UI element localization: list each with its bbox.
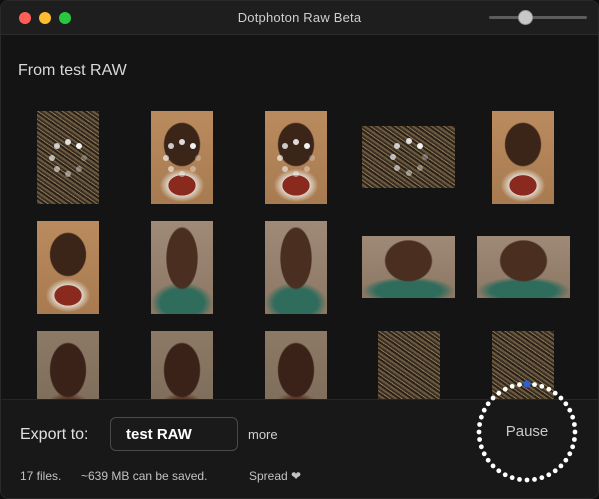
section-title: From test RAW bbox=[18, 62, 127, 79]
progress-dot bbox=[478, 444, 484, 450]
saved-size: ~639 MB can be saved. bbox=[81, 469, 208, 483]
progress-dot bbox=[517, 477, 522, 482]
photo-thumbnail[interactable] bbox=[265, 111, 327, 204]
progress-dot bbox=[558, 395, 564, 401]
progress-dot bbox=[509, 383, 515, 389]
progress-dot bbox=[552, 390, 558, 396]
progress-dot bbox=[532, 382, 537, 387]
progress-dot bbox=[539, 475, 545, 481]
progress-dot bbox=[546, 386, 552, 392]
photo-thumbnail[interactable] bbox=[477, 236, 570, 298]
photo-thumbnail[interactable] bbox=[265, 331, 327, 401]
progress-dot bbox=[485, 401, 491, 407]
progress-dot bbox=[485, 457, 491, 463]
progress-dot bbox=[517, 382, 522, 387]
photo-thumbnail[interactable] bbox=[37, 221, 99, 314]
processing-spinner-icon bbox=[48, 138, 88, 178]
progress-dot bbox=[524, 477, 530, 483]
progress-dot bbox=[502, 386, 508, 392]
processing-spinner-icon bbox=[389, 137, 429, 177]
progress-dot bbox=[509, 475, 515, 481]
progress-dot bbox=[563, 457, 569, 463]
progress-dot bbox=[567, 407, 573, 413]
spread-link[interactable]: Spread ❤ bbox=[249, 469, 301, 483]
progress-dot bbox=[532, 477, 537, 482]
more-link[interactable]: more bbox=[248, 427, 278, 442]
photo-thumbnail[interactable] bbox=[37, 111, 99, 204]
app-window: Dotphoton Raw Beta From test RAW Export … bbox=[0, 0, 599, 499]
photo-thumbnail[interactable] bbox=[265, 221, 327, 314]
progress-dot bbox=[567, 451, 573, 457]
progress-dot bbox=[481, 407, 487, 413]
thumbnail-grid bbox=[1, 101, 598, 401]
progress-dot bbox=[478, 414, 484, 420]
progress-dot bbox=[558, 463, 564, 469]
pause-button[interactable]: Pause bbox=[475, 423, 579, 440]
export-label: Export to: bbox=[20, 426, 89, 443]
progress-dot bbox=[481, 451, 487, 457]
progress-dot bbox=[570, 444, 576, 450]
photo-thumbnail[interactable] bbox=[492, 111, 554, 204]
export-destination-field[interactable]: test RAW bbox=[110, 417, 238, 451]
progress-dot bbox=[539, 383, 545, 389]
zoom-slider[interactable] bbox=[489, 16, 587, 19]
photo-thumbnail[interactable] bbox=[151, 221, 213, 314]
progress-dot bbox=[496, 390, 502, 396]
progress-dot bbox=[490, 395, 496, 401]
zoom-slider-knob[interactable] bbox=[518, 10, 534, 25]
file-count: 17 files. bbox=[20, 469, 62, 483]
processing-spinner-icon bbox=[276, 138, 316, 178]
photo-thumbnail[interactable] bbox=[37, 331, 99, 401]
progress-marker bbox=[523, 380, 531, 388]
progress-dot bbox=[552, 468, 558, 474]
photo-thumbnail[interactable] bbox=[151, 331, 213, 401]
processing-spinner-icon bbox=[162, 138, 202, 178]
progress-dot bbox=[490, 463, 496, 469]
photo-thumbnail[interactable] bbox=[362, 126, 455, 188]
progress-dot bbox=[570, 414, 576, 420]
progress-dot bbox=[546, 472, 552, 478]
progress-dot bbox=[563, 401, 569, 407]
photo-thumbnail[interactable] bbox=[362, 236, 455, 298]
photo-thumbnail[interactable] bbox=[378, 331, 440, 401]
progress-dot bbox=[502, 472, 508, 478]
progress-dot bbox=[496, 468, 502, 474]
photo-thumbnail[interactable] bbox=[151, 111, 213, 204]
